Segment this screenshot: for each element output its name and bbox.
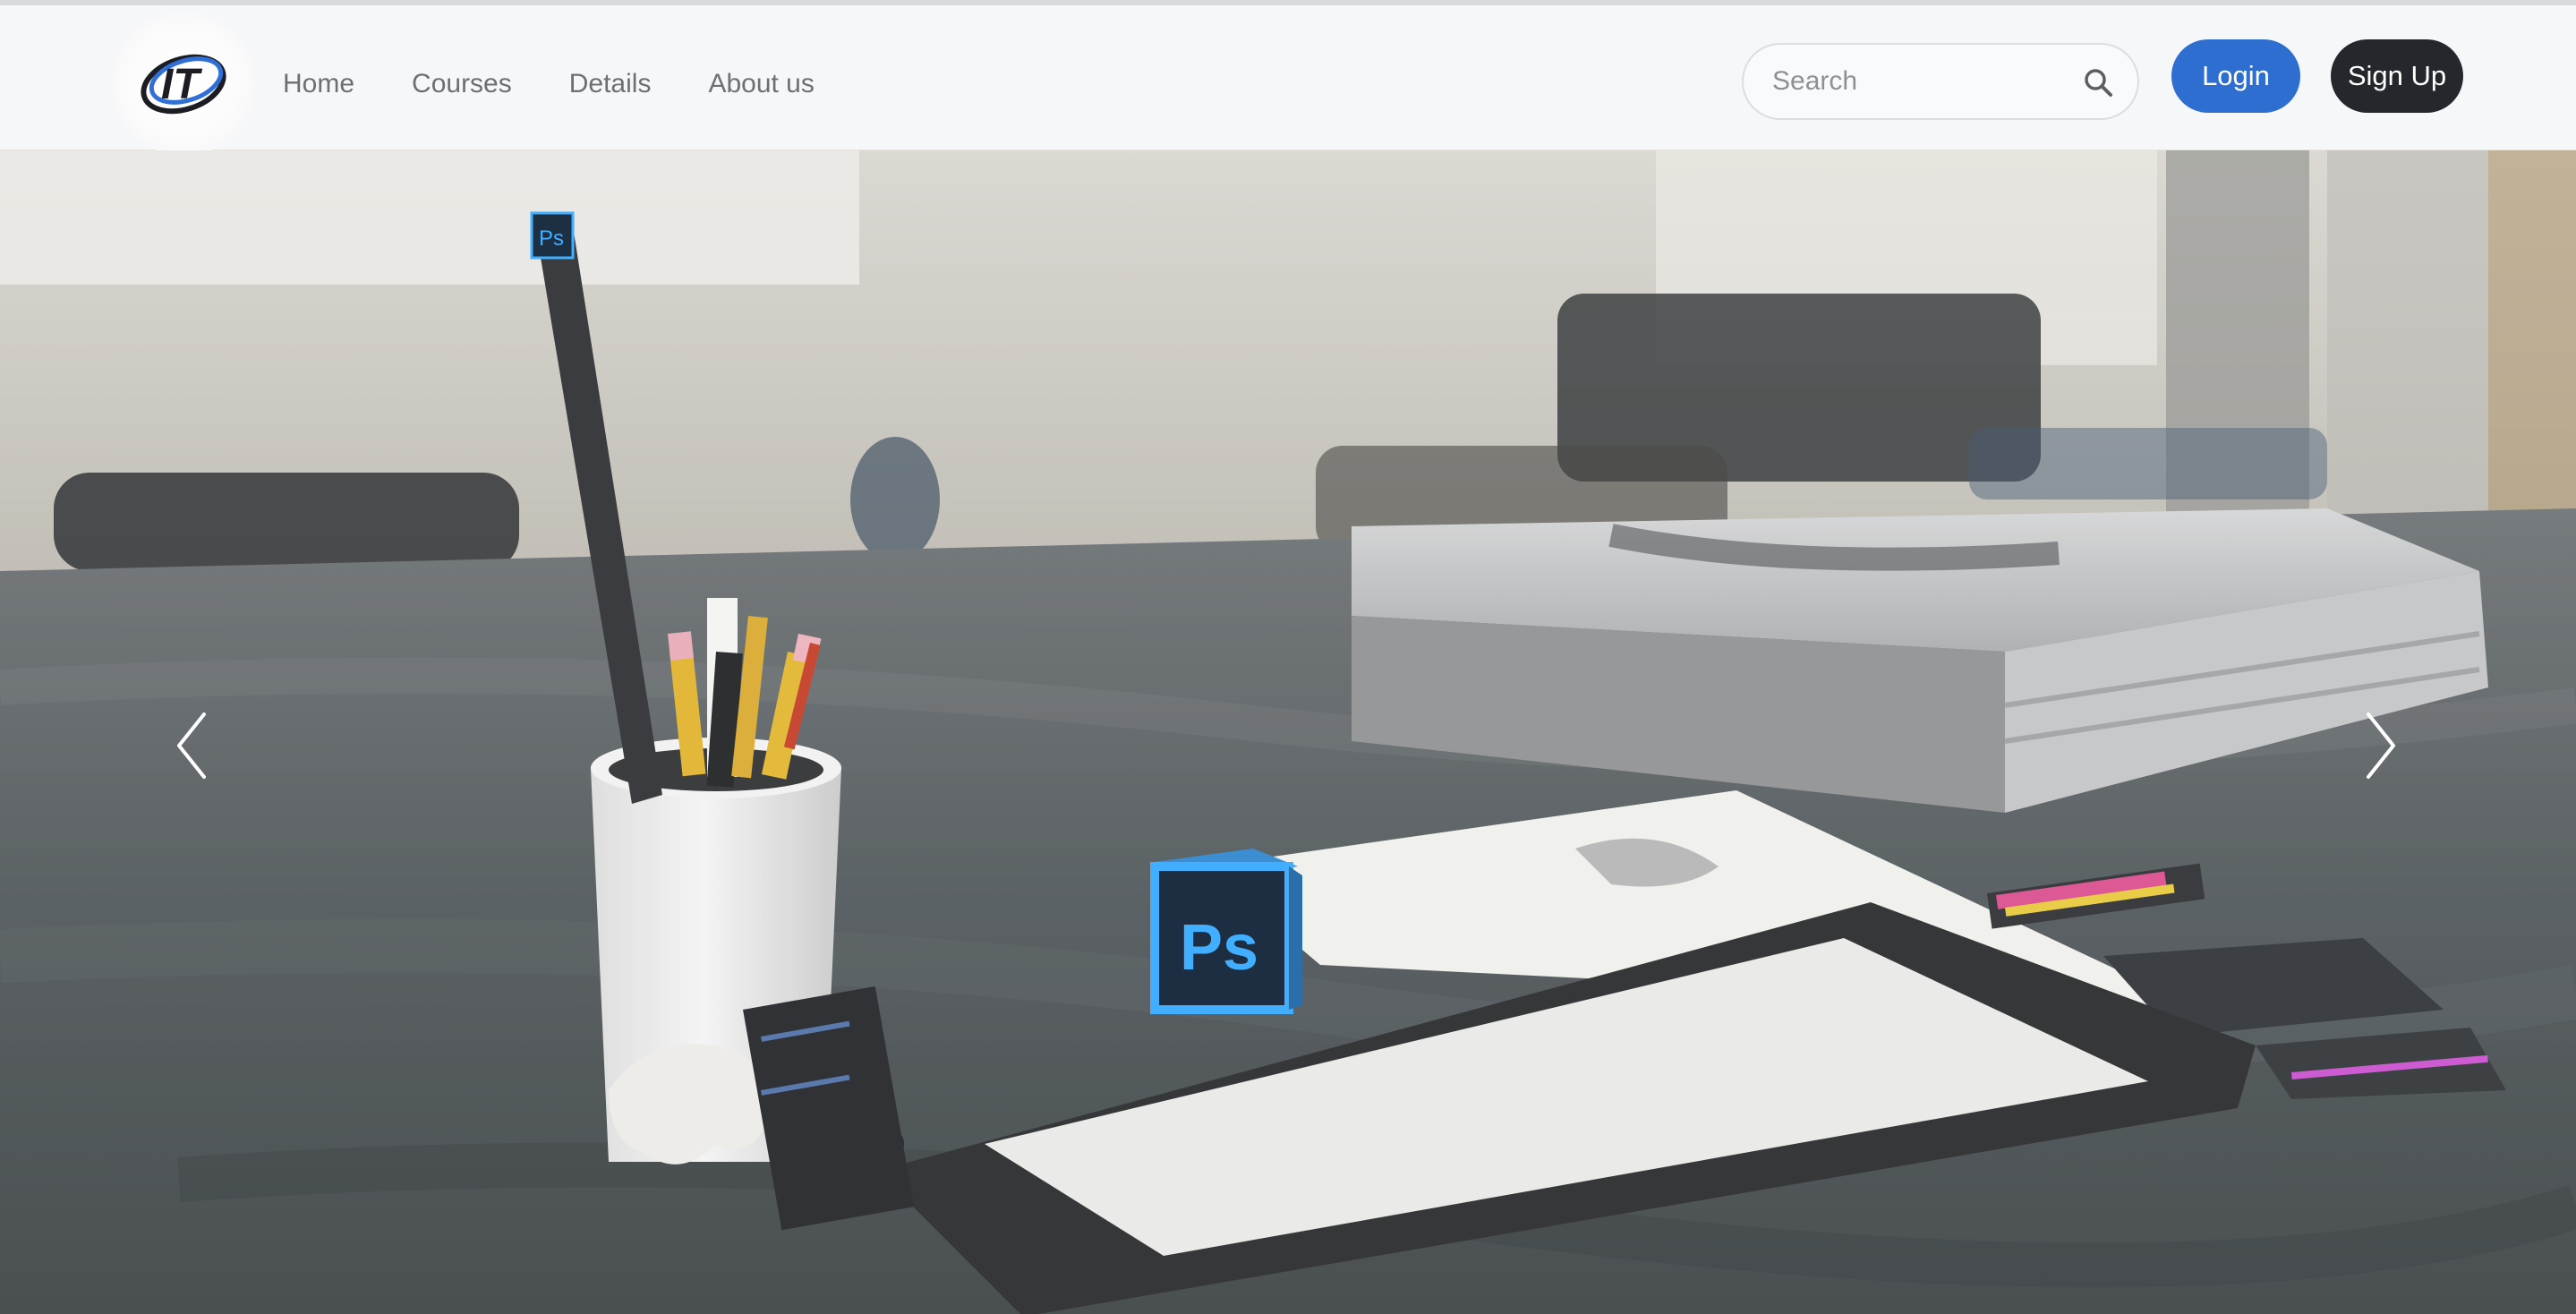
chevron-right-icon bbox=[2367, 712, 2395, 779]
navbar: IT Home Courses Details About us Login S… bbox=[0, 5, 2576, 156]
main-nav: Home Courses Details About us bbox=[283, 57, 872, 111]
search-icon[interactable] bbox=[2082, 66, 2114, 98]
signup-button[interactable]: Sign Up bbox=[2331, 39, 2463, 113]
nav-about-us[interactable]: About us bbox=[708, 57, 814, 111]
search-input[interactable] bbox=[1770, 45, 2057, 118]
hero-overlay bbox=[0, 150, 2576, 1314]
carousel-next-button[interactable] bbox=[2354, 705, 2408, 786]
search-box bbox=[1742, 43, 2139, 120]
login-button[interactable]: Login bbox=[2171, 39, 2300, 113]
nav-home[interactable]: Home bbox=[283, 57, 354, 111]
chevron-left-icon bbox=[177, 712, 206, 779]
nav-details[interactable]: Details bbox=[569, 57, 652, 111]
nav-courses[interactable]: Courses bbox=[412, 57, 512, 111]
brand-logo[interactable]: IT bbox=[111, 11, 256, 156]
hero-carousel: Ps Ps bbox=[0, 150, 2576, 1314]
carousel-prev-button[interactable] bbox=[165, 705, 218, 786]
it-logo-icon: IT bbox=[141, 54, 226, 115]
svg-text:IT: IT bbox=[161, 61, 202, 108]
